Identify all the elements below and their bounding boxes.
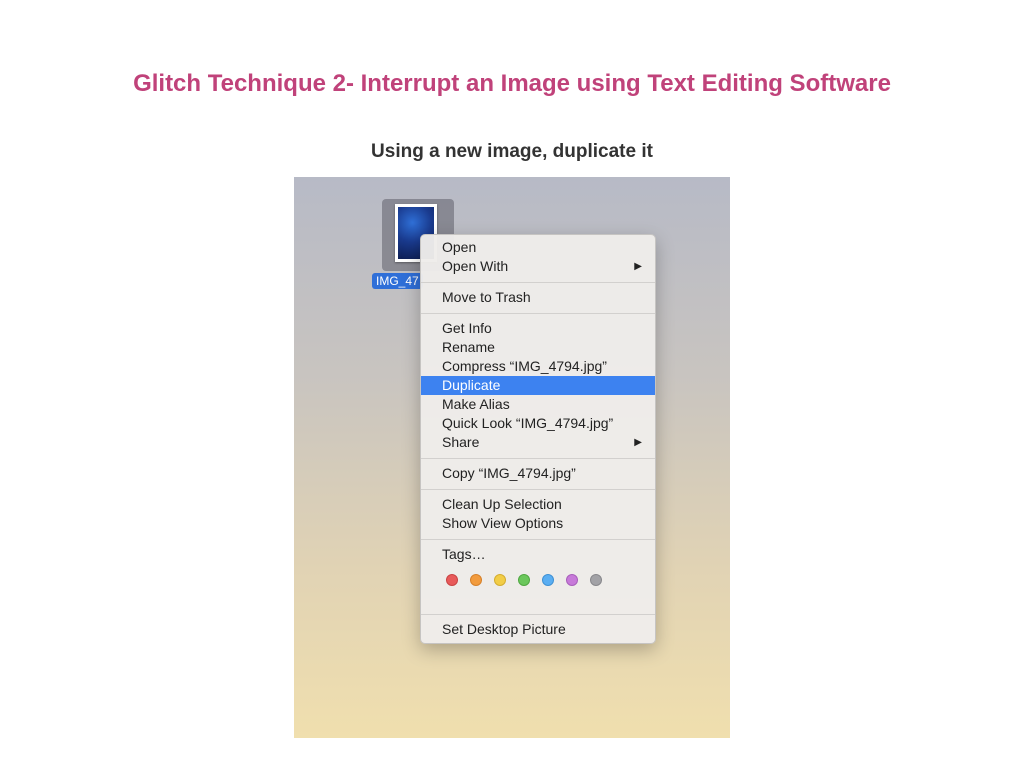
menu-separator: [421, 614, 655, 615]
menu-item-label: Tags…: [442, 546, 486, 562]
tag-yellow-icon[interactable]: [494, 574, 506, 586]
menu-item-move-to-trash[interactable]: Move to Trash: [421, 288, 655, 307]
slide-title: Glitch Technique 2- Interrupt an Image u…: [133, 70, 891, 97]
menu-item-label: Show View Options: [442, 515, 564, 531]
menu-item-label: Rename: [442, 339, 495, 355]
tag-gray-icon[interactable]: [590, 574, 602, 586]
menu-item-label: Make Alias: [442, 396, 510, 412]
menu-item-set-desktop-picture[interactable]: Set Desktop Picture: [421, 620, 655, 639]
menu-item-label: Get Info: [442, 320, 492, 336]
submenu-arrow-icon: ▶: [634, 437, 642, 448]
menu-item-compress[interactable]: Compress “IMG_4794.jpg”: [421, 357, 655, 376]
menu-item-label: Copy “IMG_4794.jpg”: [442, 465, 576, 481]
menu-item-open[interactable]: Open: [421, 238, 655, 257]
context-menu: Open Open With ▶ Move to Trash Get Info …: [420, 234, 656, 644]
tag-purple-icon[interactable]: [566, 574, 578, 586]
menu-item-open-with[interactable]: Open With ▶: [421, 257, 655, 276]
menu-item-make-alias[interactable]: Make Alias: [421, 395, 655, 414]
tag-red-icon[interactable]: [446, 574, 458, 586]
menu-item-label: Open: [442, 239, 477, 255]
tag-blue-icon[interactable]: [542, 574, 554, 586]
menu-item-rename[interactable]: Rename: [421, 338, 655, 357]
menu-item-label: Open With: [442, 258, 509, 274]
menu-item-label: Duplicate: [442, 377, 501, 393]
menu-item-label: Clean Up Selection: [442, 496, 562, 512]
tag-orange-icon[interactable]: [470, 574, 482, 586]
menu-item-label: Set Desktop Picture: [442, 621, 566, 637]
menu-item-quick-look[interactable]: Quick Look “IMG_4794.jpg”: [421, 414, 655, 433]
menu-item-label: Share: [442, 434, 480, 450]
menu-item-get-info[interactable]: Get Info: [421, 319, 655, 338]
menu-separator: [421, 489, 655, 490]
menu-separator: [421, 458, 655, 459]
desktop-screenshot: IMG_47 Open Open With ▶ Move to Trash Ge…: [294, 177, 730, 738]
submenu-arrow-icon: ▶: [634, 261, 642, 272]
tag-green-icon[interactable]: [518, 574, 530, 586]
file-name-label[interactable]: IMG_47: [372, 273, 423, 289]
menu-item-show-view-options[interactable]: Show View Options: [421, 514, 655, 533]
menu-item-duplicate[interactable]: Duplicate: [421, 376, 655, 395]
menu-item-label: Compress “IMG_4794.jpg”: [442, 358, 607, 374]
menu-separator: [421, 282, 655, 283]
menu-separator: [421, 539, 655, 540]
menu-item-copy[interactable]: Copy “IMG_4794.jpg”: [421, 464, 655, 483]
menu-separator: [421, 313, 655, 314]
menu-item-label: Quick Look “IMG_4794.jpg”: [442, 415, 614, 431]
slide-subtitle: Using a new image, duplicate it: [371, 141, 653, 162]
menu-item-clean-up-selection[interactable]: Clean Up Selection: [421, 495, 655, 514]
menu-item-share[interactable]: Share ▶: [421, 433, 655, 452]
menu-item-tags[interactable]: Tags…: [421, 545, 655, 564]
menu-item-label: Move to Trash: [442, 289, 531, 305]
